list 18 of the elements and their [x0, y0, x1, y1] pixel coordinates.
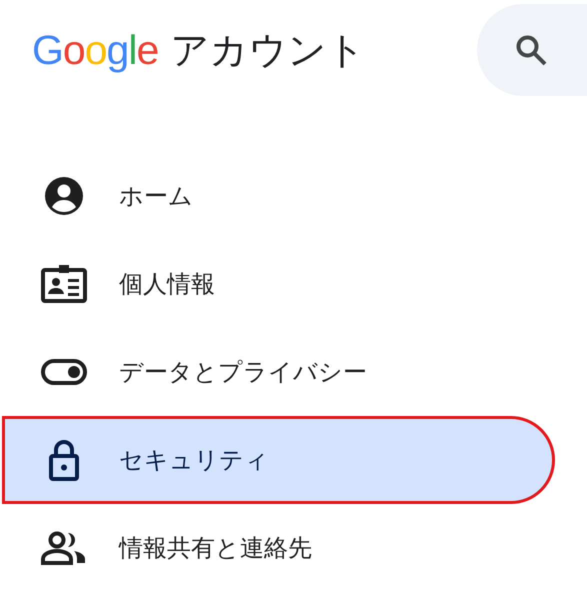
nav-item[interactable]: 情報共有と連絡先 — [2, 504, 555, 592]
nav-label: ホーム — [119, 181, 193, 212]
people-icon — [41, 531, 87, 565]
nav-label: 個人情報 — [119, 269, 215, 300]
nav-label: セキュリティ — [119, 445, 269, 476]
user-circle-icon — [43, 175, 85, 217]
nav-item[interactable]: 個人情報 — [2, 240, 555, 328]
lock-icon — [48, 439, 80, 481]
nav-item[interactable]: セキュリティ — [2, 416, 555, 504]
toggle-icon — [41, 359, 87, 385]
logo[interactable]: Google — [32, 26, 158, 74]
nav-label: データとプライバシー — [119, 357, 367, 388]
id-card-icon — [40, 264, 88, 304]
page-title: アカウント — [170, 26, 366, 74]
nav-label: 情報共有と連絡先 — [119, 533, 312, 564]
nav-item[interactable]: データとプライバシー — [2, 328, 555, 416]
nav-item[interactable]: ホーム — [2, 152, 555, 240]
search-icon — [515, 34, 547, 66]
